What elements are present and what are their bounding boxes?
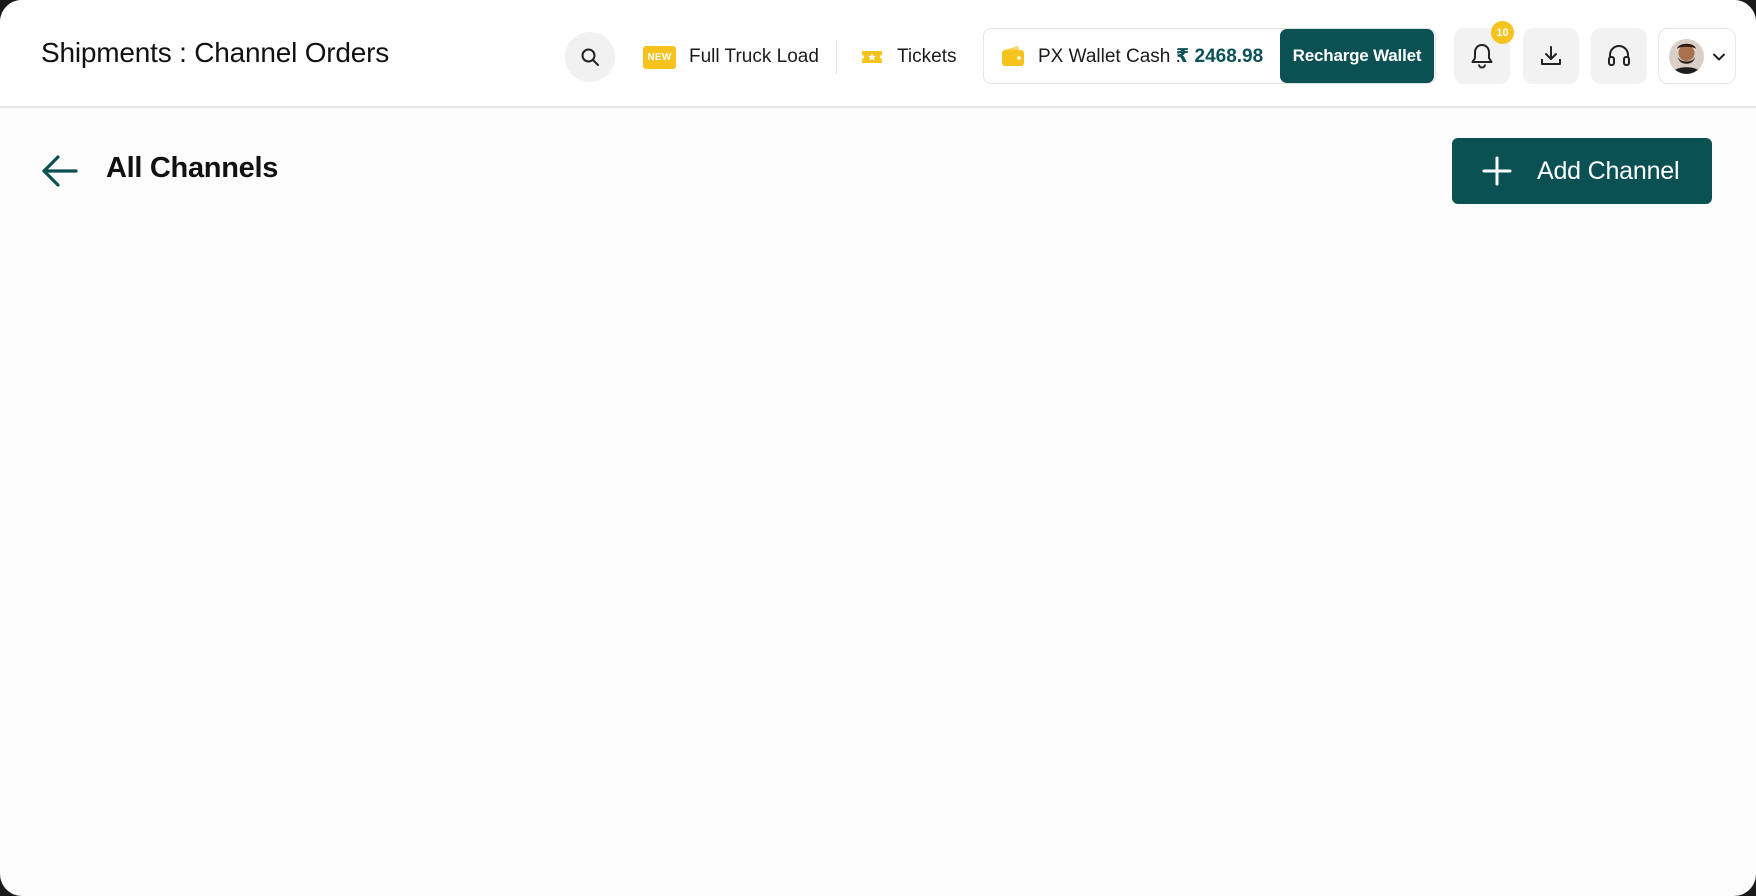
tickets-label: Tickets — [897, 46, 957, 67]
wallet-icon — [1002, 46, 1024, 66]
divider — [836, 40, 837, 74]
headset-icon — [1608, 45, 1630, 66]
section-title: All Channels — [106, 152, 279, 184]
download-icon — [1541, 46, 1561, 65]
app-window: Shipments : Channel Orders NEW Full Truc… — [0, 0, 1756, 896]
recharge-wallet-button[interactable]: Recharge Wallet — [1280, 29, 1434, 83]
chevron-down-icon — [1713, 53, 1725, 61]
avatar — [1669, 39, 1704, 74]
add-channel-label: Add Channel — [1537, 157, 1680, 185]
support-button[interactable] — [1591, 28, 1647, 84]
ticket-icon — [862, 51, 882, 63]
page-title: Shipments : Channel Orders — [41, 37, 390, 68]
new-badge: NEW — [643, 45, 676, 69]
wallet-label: PX Wallet Cash : — [1038, 46, 1181, 67]
tickets-link[interactable]: Tickets — [861, 40, 956, 74]
search-icon — [581, 48, 599, 66]
back-button[interactable] — [40, 151, 80, 191]
notification-count-badge: 10 — [1491, 21, 1514, 44]
wallet-amount: ₹ 2468.98 — [1176, 46, 1264, 67]
add-channel-button[interactable]: Add Channel — [1452, 138, 1712, 204]
plus-icon — [1482, 156, 1512, 186]
arrow-left-icon — [42, 155, 78, 187]
full-truck-load-link[interactable]: NEW Full Truck Load — [643, 40, 819, 74]
top-header: Shipments : Channel Orders NEW Full Truc… — [0, 0, 1756, 108]
search-button[interactable] — [565, 32, 615, 82]
download-button[interactable] — [1523, 28, 1579, 84]
bell-icon — [1471, 44, 1493, 69]
profile-menu[interactable] — [1658, 28, 1736, 84]
full-truck-load-label: Full Truck Load — [689, 46, 819, 67]
